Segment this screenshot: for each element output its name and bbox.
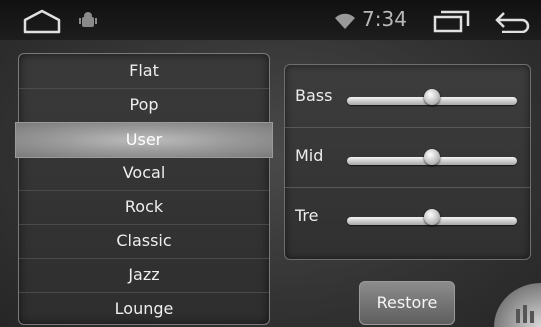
recent-apps-icon[interactable]: [432, 9, 472, 33]
eq-row-bass: Bass: [285, 69, 530, 128]
preset-item-user[interactable]: User: [15, 122, 273, 158]
mid-slider-knob[interactable]: [424, 149, 440, 165]
preset-item-classic[interactable]: Classic: [19, 224, 269, 259]
preset-item-lounge[interactable]: Lounge: [19, 292, 269, 326]
equalizer-corner-icon[interactable]: [494, 283, 541, 327]
eq-label-treble: Tre: [295, 206, 319, 225]
android-icon: [79, 12, 97, 27]
eq-label-mid: Mid: [295, 146, 324, 165]
preset-item-jazz[interactable]: Jazz: [19, 258, 269, 293]
back-icon[interactable]: [494, 9, 532, 33]
eq-row-treble: Tre: [285, 189, 530, 247]
home-icon[interactable]: [22, 8, 62, 34]
equalizer-panel: Bass Mid Tre: [284, 64, 531, 260]
preset-item-vocal[interactable]: Vocal: [19, 156, 269, 191]
clock: 7:34: [362, 7, 407, 31]
eq-label-bass: Bass: [295, 86, 333, 105]
bass-slider-knob[interactable]: [424, 89, 440, 105]
preset-item-pop[interactable]: Pop: [19, 88, 269, 123]
wifi-icon: [335, 13, 355, 29]
restore-button[interactable]: Restore: [359, 281, 455, 325]
treble-slider-knob[interactable]: [424, 209, 440, 225]
status-bar: 7:34: [0, 0, 541, 40]
eq-row-mid: Mid: [285, 129, 530, 188]
preset-item-rock[interactable]: Rock: [19, 190, 269, 225]
preset-item-flat[interactable]: Flat: [19, 54, 269, 89]
preset-list: Flat Pop User Vocal Rock Classic Jazz Lo…: [15, 53, 273, 326]
